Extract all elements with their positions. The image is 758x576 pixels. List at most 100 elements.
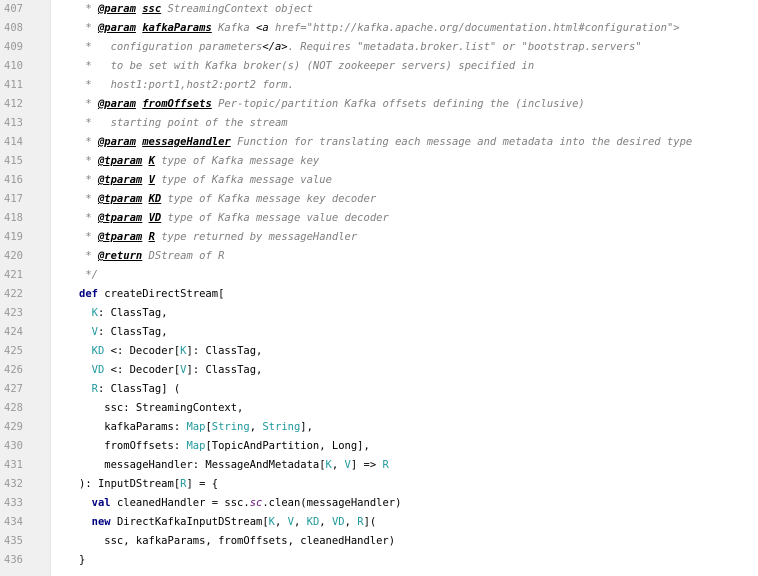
code-token: VD: [331, 516, 345, 528]
code-area[interactable]: * @param ssc StreamingContext object * @…: [51, 0, 758, 576]
code-token: . Requires "metadata.broker.list" or "bo…: [287, 41, 642, 53]
line-number: 411: [4, 79, 23, 91]
code-token: ,: [344, 516, 358, 528]
code-line-text: messageHandler: MessageAndMetadata[K, V]…: [79, 456, 389, 475]
code-token: type of Kafka message key decoder: [161, 193, 377, 205]
code-line-text: * @tparam V type of Kafka message value: [79, 171, 332, 190]
code-token: ](: [363, 516, 377, 528]
code-token: val: [91, 497, 111, 509]
code-token: KD: [148, 193, 162, 205]
line-number: 423: [4, 307, 23, 319]
code-token: kafkaParams: [142, 22, 212, 34]
line-number: 435: [4, 535, 23, 547]
line-number: 436: [4, 554, 23, 566]
line-number: 434: [4, 516, 23, 528]
code-token: *: [79, 3, 98, 15]
code-token: Map: [186, 440, 206, 452]
code-editor[interactable]: 407 408 409 410 411 412 413 414 415 416 417 418 419 4…: [0, 0, 758, 576]
code-token: .clean(messageHandler): [262, 497, 402, 509]
code-line-text: * @param fromOffsets Per-topic/partition…: [79, 95, 585, 114]
code-line-text: VD <: Decoder[V]: ClassTag,: [79, 361, 263, 380]
code-token: kafkaParams:: [79, 421, 187, 433]
line-number: 414: [4, 136, 23, 148]
code-token: }: [79, 554, 86, 566]
line-number: 432: [4, 478, 23, 490]
code-token: fromOffsets: [142, 98, 212, 110]
line-number: 410: [4, 60, 23, 72]
code-token: ,: [249, 421, 263, 433]
code-line-text: fromOffsets: Map[TopicAndPartition, Long…: [79, 437, 370, 456]
code-token: createDirectStream[: [97, 288, 225, 300]
line-number: 420: [4, 250, 23, 262]
code-token: ,: [319, 516, 332, 528]
code-token: @tparam: [97, 231, 143, 243]
code-token: VD: [91, 364, 105, 376]
code-line-text: def createDirectStream[: [79, 285, 224, 304]
code-line-text: * @param kafkaParams Kafka <a href="http…: [79, 19, 680, 38]
code-token: type of Kafka message value decoder: [161, 212, 389, 224]
code-token: VD: [148, 212, 162, 224]
code-token: <a: [256, 22, 276, 34]
code-line-text: * to be set with Kafka broker(s) (NOT zo…: [79, 57, 534, 76]
code-token: ]: ClassTag,: [186, 364, 263, 376]
line-number: 421: [4, 269, 23, 281]
line-number: 416: [4, 174, 23, 186]
code-token: @param: [97, 22, 136, 34]
code-line-text: ): InputDStream[R] = {: [79, 475, 218, 494]
code-line-text: * @tparam VD type of Kafka message value…: [79, 209, 389, 228]
code-token: * to be set with Kafka broker(s) (NOT zo…: [79, 60, 535, 72]
code-token: *: [79, 155, 98, 167]
line-number: 412: [4, 98, 23, 110]
code-line-text: K: ClassTag,: [79, 304, 168, 323]
line-number: 433: [4, 497, 23, 509]
code-token: ssc: [142, 3, 162, 15]
line-number: 407: [4, 3, 23, 15]
code-token: * configuration parameters: [79, 41, 263, 53]
code-token: *: [79, 250, 98, 262]
line-number: 430: [4, 440, 23, 452]
code-token: messageHandler: [142, 136, 231, 148]
code-line-text: V: ClassTag,: [79, 323, 168, 342]
line-number: 428: [4, 402, 23, 414]
code-token: ): InputDStream[: [79, 478, 181, 490]
code-token: type of Kafka message value: [154, 174, 332, 186]
code-line-text: * @param messageHandler Function for tra…: [79, 133, 692, 152]
code-token: <: Decoder[: [104, 345, 181, 357]
code-token: @tparam: [97, 193, 143, 205]
code-token: Kafka: [211, 22, 257, 34]
code-token: ]: ClassTag,: [186, 345, 263, 357]
code-token: href="http://kafka.apache.org/documentat…: [275, 22, 680, 34]
code-token: <: Decoder[: [104, 364, 181, 376]
line-number: 408: [4, 22, 23, 34]
code-line-text: * @tparam K type of Kafka message key: [79, 152, 319, 171]
code-token: StreamingContext object: [161, 3, 313, 15]
code-token: * starting point of the stream: [79, 117, 288, 129]
code-token: *: [79, 174, 98, 186]
code-token: [TopicAndPartition, Long],: [205, 440, 370, 452]
code-token: ssc: StreamingContext,: [79, 402, 244, 414]
code-token: String: [211, 421, 250, 433]
code-token: cleanedHandler = ssc.: [110, 497, 250, 509]
code-line-text: * @tparam KD type of Kafka message key d…: [79, 190, 376, 209]
line-number: 417: [4, 193, 23, 205]
code-token: : ClassTag,: [97, 326, 168, 338]
line-number: 422: [4, 288, 23, 300]
code-token: Per-topic/partition Kafka offsets defini…: [211, 98, 585, 110]
code-token: : ClassTag,: [97, 307, 168, 319]
code-token: DStream of R: [142, 250, 225, 262]
line-number: 429: [4, 421, 23, 433]
code-token: *: [79, 98, 98, 110]
line-number: 419: [4, 231, 23, 243]
code-token: ,: [331, 459, 345, 471]
code-token: new: [91, 516, 111, 528]
code-token: @param: [97, 98, 136, 110]
code-token: *: [79, 193, 98, 205]
code-token: : ClassTag] (: [97, 383, 181, 395]
code-line-text: * @return DStream of R: [79, 247, 224, 266]
code-token: *: [79, 212, 98, 224]
code-token: String: [262, 421, 301, 433]
code-token: Map: [186, 421, 206, 433]
